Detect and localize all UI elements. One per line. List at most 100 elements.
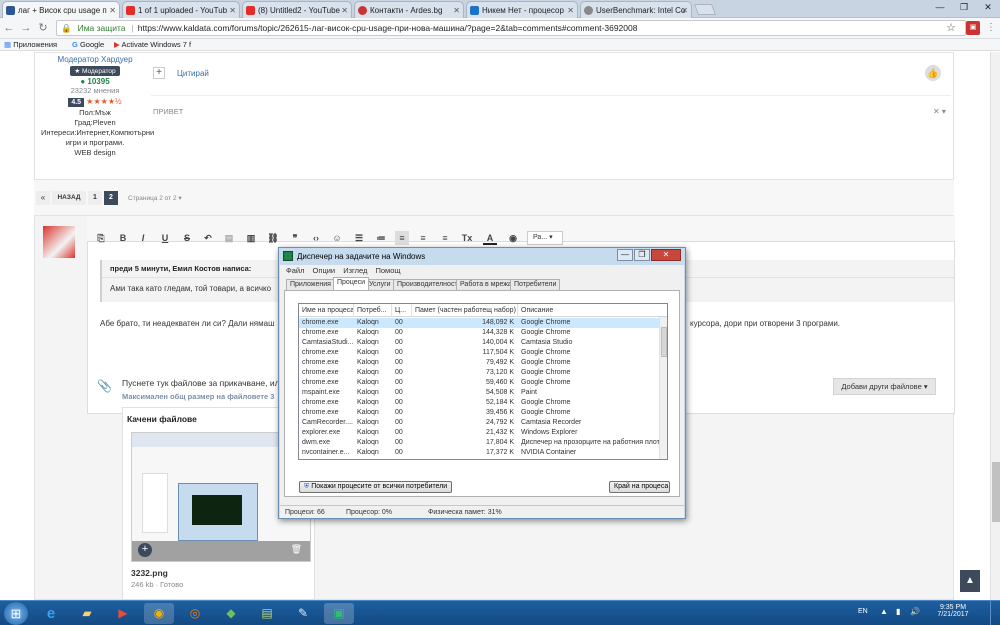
process-row[interactable]: mspaint.exe Kaloqn 00 54,508 K Paint	[299, 388, 661, 398]
process-row[interactable]: chrome.exe Kaloqn 00 73,120 K Google Chrome	[299, 368, 661, 378]
bookmark-google[interactable]: G Google	[72, 39, 104, 51]
bulleted-list-icon[interactable]: ☰	[352, 231, 366, 245]
code-icon[interactable]: ‹›	[309, 231, 323, 245]
menu-icon[interactable]: ⋮	[984, 21, 998, 35]
align-right-icon[interactable]: ≡	[438, 231, 452, 245]
multiquote-button[interactable]: +	[153, 67, 165, 79]
back-arrow-icon[interactable]: ←	[2, 21, 16, 35]
close-icon[interactable]: ✕	[681, 6, 688, 15]
forward-arrow-icon[interactable]: →	[19, 21, 33, 35]
column-image-name[interactable]: Име на процеса	[299, 304, 354, 317]
network-icon[interactable]: ▮	[896, 607, 900, 616]
align-left-icon[interactable]: ≡	[395, 231, 409, 245]
process-row[interactable]: nvcontainer.e... Kaloqn 00 17,372 K NVIDIA C…	[299, 448, 661, 458]
source-icon[interactable]: ⎘	[94, 231, 108, 245]
notes-icon[interactable]: ▤	[252, 603, 282, 624]
clock[interactable]: 9:35 PM 7/21/2017	[930, 604, 976, 618]
font-dropdown[interactable]: Ра... ▾	[527, 231, 563, 245]
process-row[interactable]: chrome.exe Kaloqn 00 79,492 K Google Chrome	[299, 358, 661, 368]
author-role[interactable]: Модератор Хардуер	[35, 55, 155, 64]
underline-icon[interactable]: U	[158, 231, 172, 245]
trash-icon[interactable]: 🗑	[291, 544, 302, 555]
volume-icon[interactable]: 🔊	[910, 607, 920, 616]
close-icon[interactable]: ✕	[453, 6, 460, 15]
bookmark-star-icon[interactable]: ☆	[944, 21, 958, 35]
preview-eye-icon[interactable]: ◉	[506, 231, 520, 245]
bookmark-apps[interactable]: ▦ Приложения	[4, 39, 57, 51]
report-icon[interactable]: ✕ ▾	[933, 107, 946, 116]
process-row[interactable]: chrome.exe Kaloqn 00 59,460 K Google Chrome	[299, 378, 661, 388]
process-row[interactable]: explorer.exe Kaloqn 00 21,432 K Windows Expl…	[299, 428, 661, 438]
close-icon[interactable]: ✕	[341, 6, 348, 15]
first-page-button[interactable]: «	[36, 191, 50, 205]
tab-ardes[interactable]: Контакти - Ardes.bg ✕	[354, 1, 464, 18]
tab-youtube-untitled[interactable]: (8) Untitled2 - YouTube ✕	[242, 1, 352, 18]
start-button[interactable]: ⊞	[4, 602, 28, 625]
page-scrollbar-thumb[interactable]	[992, 462, 1000, 522]
menu-view[interactable]: Изглед	[343, 266, 367, 275]
column-cpu[interactable]: Ц...	[392, 304, 412, 317]
page-2-button[interactable]: 2	[104, 191, 118, 205]
column-user[interactable]: Потреб...	[354, 304, 392, 317]
menu-options[interactable]: Опции	[313, 266, 336, 275]
align-center-icon[interactable]: ≡	[416, 231, 430, 245]
reply-text[interactable]: Абе брато, ти неадекватен ли си? Дали ня…	[100, 319, 275, 328]
minimize-button[interactable]: —	[928, 0, 952, 14]
page-scrollbar[interactable]	[990, 52, 1000, 600]
task-manager-taskbar-icon[interactable]: ▣	[324, 603, 354, 624]
close-icon[interactable]: ✕	[109, 6, 116, 15]
paint-icon[interactable]: ✎	[288, 603, 318, 624]
like-thumb-icon[interactable]: 👍	[925, 65, 941, 81]
close-icon[interactable]: ✕	[567, 6, 574, 15]
process-row[interactable]: chrome.exe Kaloqn 00 117,504 K Google Chrome	[299, 348, 661, 358]
process-row[interactable]: chrome.exe Kaloqn 00 144,328 K Google Chrome	[299, 328, 661, 338]
quote-icon[interactable]: ❞	[288, 231, 302, 245]
process-list-scrollbar[interactable]	[659, 317, 667, 459]
process-row[interactable]: chrome.exe Kaloqn 00 39,456 K Google Chrome	[299, 408, 661, 418]
process-row[interactable]: CamtasiaStudi... Kaloqn 00 140,004 K Camtasi…	[299, 338, 661, 348]
close-icon[interactable]: ✕	[229, 6, 236, 15]
tab-kaldata[interactable]: лаг + Висок cpu usage п ✕	[2, 1, 120, 18]
emoji-icon[interactable]: ☺	[330, 231, 344, 245]
reply-text-continued[interactable]: курсора, дори при отворени 3 програми.	[690, 319, 840, 328]
tab-userbenchmark[interactable]: UserBenchmark: Intel Co ✕	[580, 1, 692, 18]
maximize-button[interactable]: ❐	[952, 0, 976, 14]
tab-youtube-upload[interactable]: 1 of 1 uploaded - YouTub ✕	[122, 1, 240, 18]
numbered-list-icon[interactable]: ≔	[374, 231, 388, 245]
camtasia-recorder-icon[interactable]: ◆	[216, 603, 246, 624]
media-player-icon[interactable]: ▶	[108, 603, 138, 624]
process-row[interactable]: dwm.exe Kaloqn 00 17,804 K Диспечер на прозо…	[299, 438, 661, 448]
bookmark-activate-windows[interactable]: ▶ Activate Windows 7 f	[114, 39, 191, 51]
scroll-to-top-button[interactable]: ▲	[960, 570, 980, 592]
tab-nikem[interactable]: Никем Нет - процесор ✕	[466, 1, 578, 18]
prev-page-button[interactable]: НАЗАД	[52, 191, 86, 205]
tm-maximize-button[interactable]: ❐	[634, 249, 650, 261]
end-process-button[interactable]: Край на процеса	[609, 481, 670, 493]
tab-services[interactable]: Услуги	[365, 279, 395, 290]
column-memory[interactable]: Памет (частен работещ набор)	[412, 304, 518, 317]
clear-format-icon[interactable]: Tx	[460, 231, 474, 245]
strikethrough-icon[interactable]: S	[180, 231, 194, 245]
show-all-processes-button[interactable]: ⛨ Покажи процесите от всички потребители	[299, 481, 453, 493]
undo-icon[interactable]: ↶	[201, 231, 215, 245]
menu-help[interactable]: Помощ	[375, 266, 400, 275]
process-row[interactable]: CamRecorder.... Kaloqn 00 24,792 K Camtasia …	[299, 418, 661, 428]
tm-minimize-button[interactable]: —	[617, 249, 633, 261]
link-icon[interactable]: ⛓	[266, 231, 280, 245]
tab-networking[interactable]: Работа в мрежа	[456, 279, 516, 290]
text-color-icon[interactable]: A	[483, 231, 497, 245]
tm-close-button[interactable]: ✕	[651, 249, 681, 261]
tab-processes[interactable]: Процеси	[333, 277, 370, 290]
quote-button[interactable]: Цитирай	[177, 69, 209, 78]
file-explorer-icon[interactable]: ▰	[72, 603, 102, 624]
process-list-scroll-thumb[interactable]	[661, 327, 667, 357]
tab-users[interactable]: Потребители	[510, 279, 561, 290]
italic-icon[interactable]: I	[136, 231, 150, 245]
tab-performance[interactable]: Производителност	[393, 279, 462, 290]
clipboard-icon[interactable]: ▥	[244, 231, 258, 245]
process-row[interactable]: chrome.exe Kaloqn 00 148,092 K Google Chrome	[299, 318, 661, 328]
add-files-button[interactable]: Добави други файлове ▾	[833, 378, 936, 395]
tray-arrow-icon[interactable]: ▲	[880, 607, 888, 616]
internet-explorer-icon[interactable]: e	[36, 603, 66, 624]
menu-file[interactable]: Файл	[286, 266, 304, 275]
